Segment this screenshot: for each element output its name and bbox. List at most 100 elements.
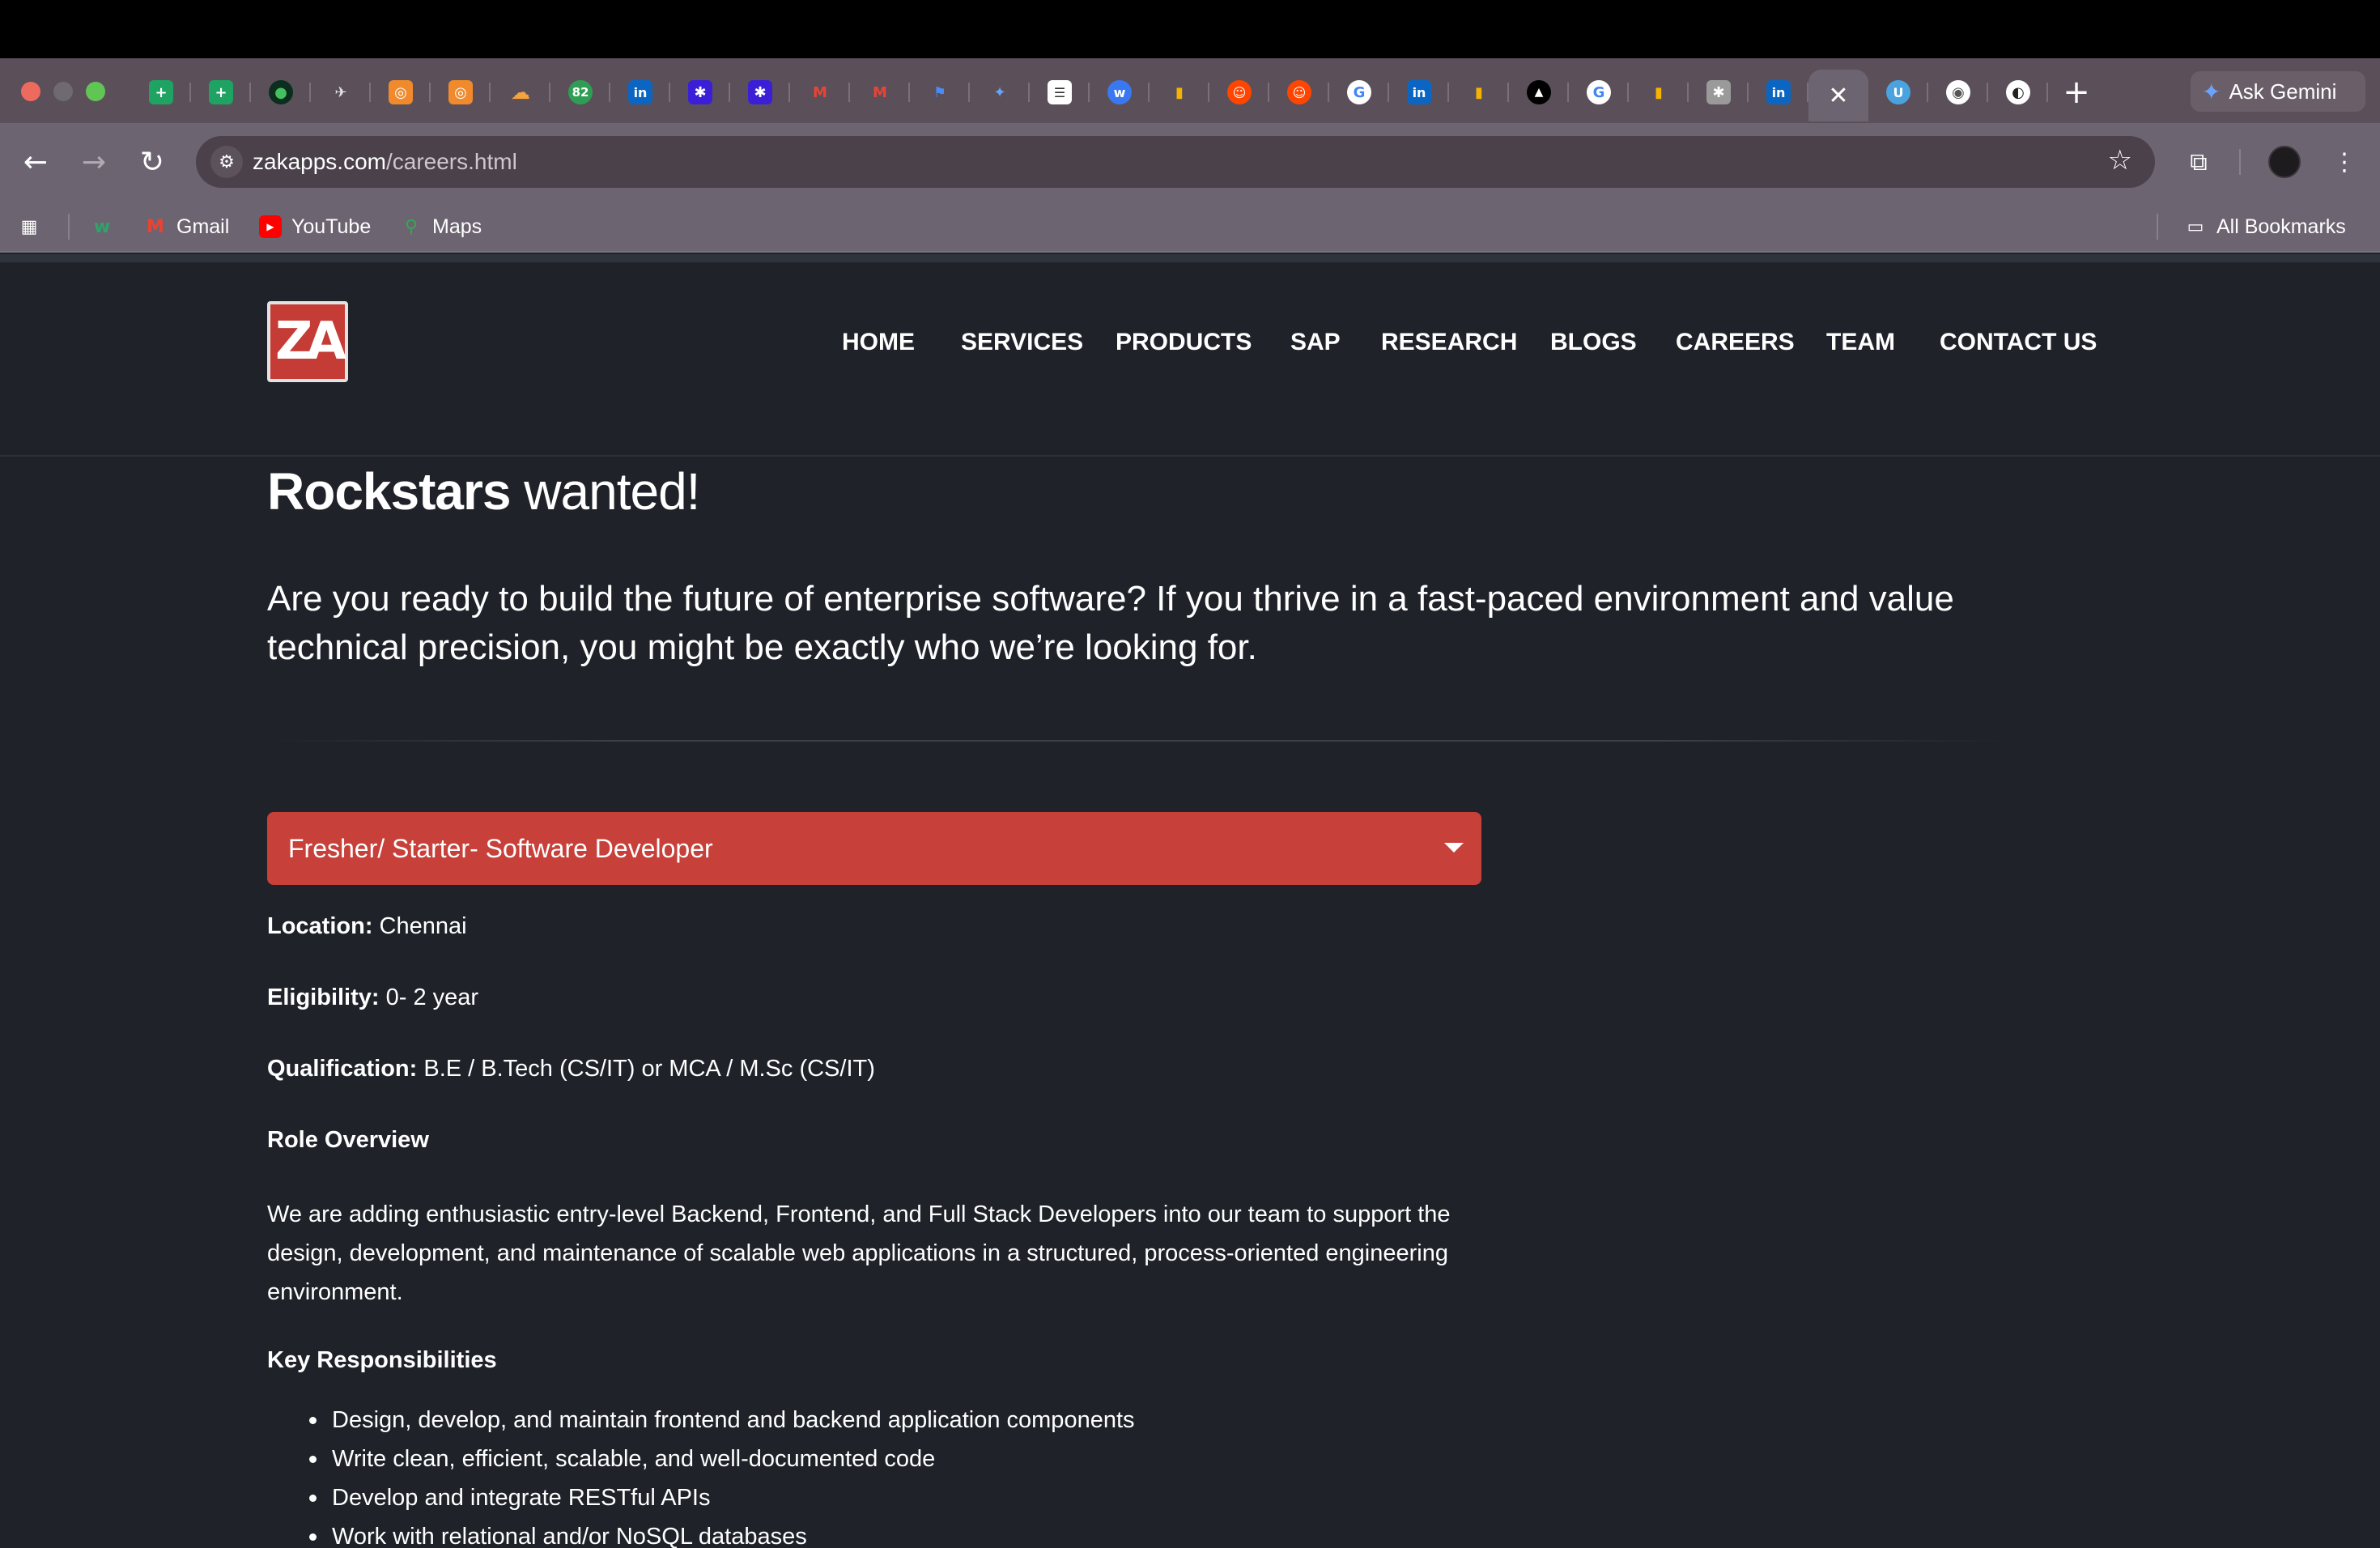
key-responsibilities-title: Key Responsibilities xyxy=(267,1347,497,1373)
tab-flag[interactable]: ⚑ xyxy=(910,70,970,115)
apps-grid-button[interactable]: ▦ xyxy=(18,209,40,245)
caret-down-icon xyxy=(1444,843,1464,853)
tab-puzzle[interactable]: ✱ xyxy=(1689,70,1749,115)
youtube-icon: ▶ xyxy=(259,215,282,238)
more-menu-icon[interactable]: ⋮ xyxy=(2325,142,2364,181)
tab-document[interactable]: ☰ xyxy=(1030,70,1090,115)
tab-gmail-2[interactable]: M xyxy=(850,70,910,115)
tab-gemini[interactable]: ✦ xyxy=(970,70,1030,115)
bookmark-youtube[interactable]: ▶ YouTube xyxy=(259,209,371,245)
tab-bird[interactable]: ✈ xyxy=(311,70,371,115)
tab-sheets-2[interactable]: + xyxy=(191,70,251,115)
w-logo-icon: w xyxy=(93,216,111,237)
tab-upwork[interactable]: U xyxy=(1868,70,1928,115)
flag-icon: ⚑ xyxy=(933,83,947,101)
tab-vercel[interactable]: ▲ xyxy=(1509,70,1569,115)
nav-products[interactable]: PRODUCTS xyxy=(1116,329,1252,356)
eligibility-value: 0- 2 year xyxy=(379,985,479,1010)
job-position-dropdown[interactable]: Fresher/ Starter- Software Developer xyxy=(267,812,1481,885)
address-bar[interactable]: ⚙ zakapps.com/careers.html ☆ xyxy=(196,136,2155,188)
maximize-window-button[interactable] xyxy=(86,82,105,101)
back-arrow-icon[interactable]: ← xyxy=(16,142,55,181)
tab-linkedin-1[interactable]: in xyxy=(610,70,670,115)
vercel-icon: ▲ xyxy=(1527,80,1551,104)
tab-reddit-1[interactable]: ☺ xyxy=(1209,70,1269,115)
list-item: Develop and integrate RESTful APIs xyxy=(308,1478,1135,1517)
role-overview-heading: Role Overview xyxy=(267,1127,429,1154)
job-qualification: Qualification: B.E / B.Tech (CS/IT) or M… xyxy=(267,1056,875,1082)
bookmark-gmail[interactable]: M Gmail xyxy=(144,209,229,245)
tab-orange-app-2[interactable]: ◎ xyxy=(431,70,491,115)
bookmark-star-icon[interactable]: ☆ xyxy=(2108,144,2132,176)
tab-analytics-3[interactable]: ▮ xyxy=(1629,70,1689,115)
page-title-rest: wanted! xyxy=(510,462,700,521)
tab-analytics-2[interactable]: ▮ xyxy=(1449,70,1509,115)
nav-services[interactable]: SERVICES xyxy=(961,329,1083,356)
nav-careers[interactable]: CAREERS xyxy=(1676,329,1795,356)
tab-slack-2[interactable]: ✱ xyxy=(730,70,790,115)
forward-arrow-icon[interactable]: → xyxy=(74,142,113,181)
new-tab-button[interactable]: + xyxy=(2048,70,2105,115)
tab-webflow[interactable]: w xyxy=(1090,70,1150,115)
close-window-button[interactable] xyxy=(21,82,40,101)
sheets-icon: + xyxy=(149,80,173,104)
bookmark-w[interactable]: w xyxy=(91,209,113,245)
cloudflare-icon: ☁ xyxy=(511,81,530,104)
tab-active-careers[interactable]: ✕ xyxy=(1808,70,1868,121)
mongodb-icon: ● xyxy=(269,80,293,104)
tab-search-icon[interactable]: ⧉ xyxy=(2179,142,2218,181)
tab-linkedin-2[interactable]: in xyxy=(1389,70,1449,115)
list-item: Write clean, efficient, scalable, and we… xyxy=(308,1440,1135,1478)
zakapps-logo[interactable]: ZA xyxy=(267,301,348,382)
tab-cloudflare[interactable]: ☁ xyxy=(491,70,550,115)
bookmark-gmail-label: Gmail xyxy=(176,215,230,238)
tab-analytics-1[interactable]: ▮ xyxy=(1150,70,1209,115)
list-item: Work with relational and/or NoSQL databa… xyxy=(308,1517,1135,1548)
nav-blogs[interactable]: BLOGS xyxy=(1550,329,1637,356)
site-info-icon[interactable]: ⚙ xyxy=(210,146,243,178)
location-value: Chennai xyxy=(372,913,467,939)
toolbar-divider xyxy=(2239,149,2241,175)
nav-sap[interactable]: SAP xyxy=(1290,329,1341,356)
tab-badge[interactable]: 82 xyxy=(550,70,610,115)
nav-home[interactable]: HOME xyxy=(842,329,915,356)
page-title-bold: Rockstars xyxy=(267,462,511,521)
reload-icon[interactable]: ↻ xyxy=(133,142,172,181)
tab-chrome[interactable]: ◉ xyxy=(1928,70,1988,115)
responsibilities-list: Design, develop, and maintain frontend a… xyxy=(308,1401,1135,1548)
location-label: Location: xyxy=(267,913,373,939)
tab-sheets-1[interactable]: + xyxy=(131,70,191,115)
nav-research[interactable]: RESEARCH xyxy=(1381,329,1517,356)
folder-icon: ▭ xyxy=(2187,216,2204,237)
all-bookmarks-button[interactable]: ▭ All Bookmarks xyxy=(2184,209,2346,245)
url-path: /careers.html xyxy=(385,149,517,174)
qualification-label: Qualification: xyxy=(267,1056,418,1082)
role-overview-text: We are adding enthusiastic entry-level B… xyxy=(267,1201,1451,1305)
apps-grid-icon: ▦ xyxy=(20,216,38,237)
tab-google-2[interactable]: G xyxy=(1569,70,1629,115)
bird-icon: ✈ xyxy=(334,83,347,101)
tab-github[interactable]: ◐ xyxy=(1988,70,2048,115)
google-icon: G xyxy=(1347,80,1371,104)
close-tab-icon[interactable]: ✕ xyxy=(1828,82,1848,110)
gmail-icon: M xyxy=(147,216,164,237)
tab-orange-app-1[interactable]: ◎ xyxy=(371,70,431,115)
tab-google-1[interactable]: G xyxy=(1329,70,1389,115)
analytics-icon: ▮ xyxy=(1655,83,1663,101)
webflow-icon: w xyxy=(1107,80,1132,104)
nav-contact-us[interactable]: CONTACT US xyxy=(1940,329,2097,356)
tab-mongodb[interactable]: ● xyxy=(251,70,311,115)
ask-gemini-button[interactable]: ✦ Ask Gemini xyxy=(2191,71,2365,112)
maps-pin-icon: ⚲ xyxy=(404,216,419,237)
tab-gmail-1[interactable]: M xyxy=(790,70,850,115)
bookmark-maps[interactable]: ⚲ Maps xyxy=(400,209,482,245)
nav-team[interactable]: TEAM xyxy=(1826,329,1895,356)
analytics-icon: ▮ xyxy=(1475,83,1483,101)
tab-linkedin-3[interactable]: in xyxy=(1749,70,1808,115)
minimize-window-button[interactable] xyxy=(53,82,73,101)
page-title: Rockstars wanted! xyxy=(267,461,700,521)
linkedin-icon: in xyxy=(1407,80,1431,104)
tab-slack-1[interactable]: ✱ xyxy=(670,70,730,115)
tab-reddit-2[interactable]: ☺ xyxy=(1269,70,1329,115)
profile-avatar[interactable] xyxy=(2268,146,2301,178)
